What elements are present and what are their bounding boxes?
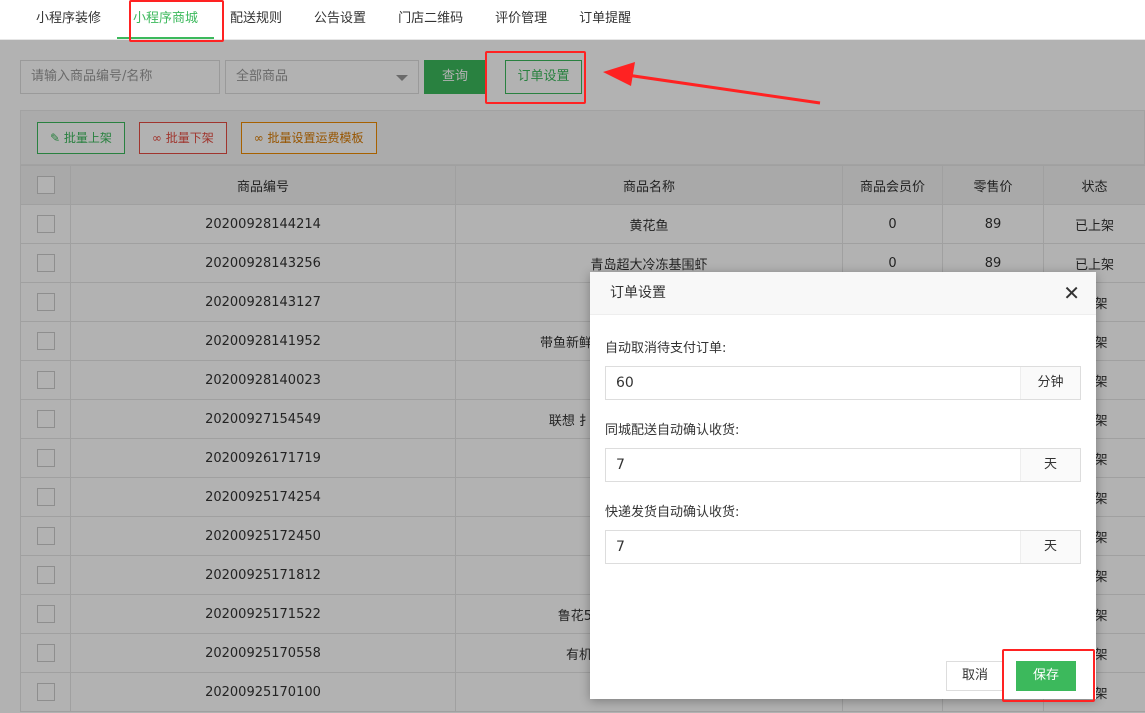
tab-3[interactable]: 公告设置 [298, 0, 382, 39]
field-label: 自动取消待支付订单: [605, 337, 1081, 356]
tab-4[interactable]: 门店二维码 [382, 0, 479, 39]
field-input-group: 60分钟 [605, 366, 1081, 400]
annotation-box [129, 0, 224, 42]
cancel-button[interactable]: 取消 [946, 661, 1004, 691]
field-input[interactable]: 7 [606, 531, 1020, 563]
field-label: 同城配送自动确认收货: [605, 419, 1081, 438]
annotation-arrow [595, 60, 825, 110]
field-input-group: 7天 [605, 448, 1081, 482]
order-settings-dialog: 订单设置✕ 自动取消待支付订单:60分钟同城配送自动确认收货:7天快递发货自动确… [590, 272, 1096, 699]
tab-0[interactable]: 小程序装修 [20, 0, 117, 39]
annotation-box [485, 51, 586, 104]
annotation-box [1002, 649, 1095, 702]
tab-5[interactable]: 评价管理 [479, 0, 563, 39]
field-input[interactable]: 60 [606, 367, 1020, 399]
dialog-title: 订单设置 [610, 285, 666, 301]
close-icon[interactable]: ✕ [1063, 272, 1080, 315]
dialog-header: 订单设置 ✕ [590, 272, 1096, 315]
unit-addon: 分钟 [1020, 367, 1080, 399]
unit-addon: 天 [1020, 531, 1080, 563]
tab-6[interactable]: 订单提醒 [563, 0, 647, 39]
field-input-group: 7天 [605, 530, 1081, 564]
unit-addon: 天 [1020, 449, 1080, 481]
field-label: 快递发货自动确认收货: [605, 501, 1081, 520]
tab-2[interactable]: 配送规则 [214, 0, 298, 39]
field-input[interactable]: 7 [606, 449, 1020, 481]
